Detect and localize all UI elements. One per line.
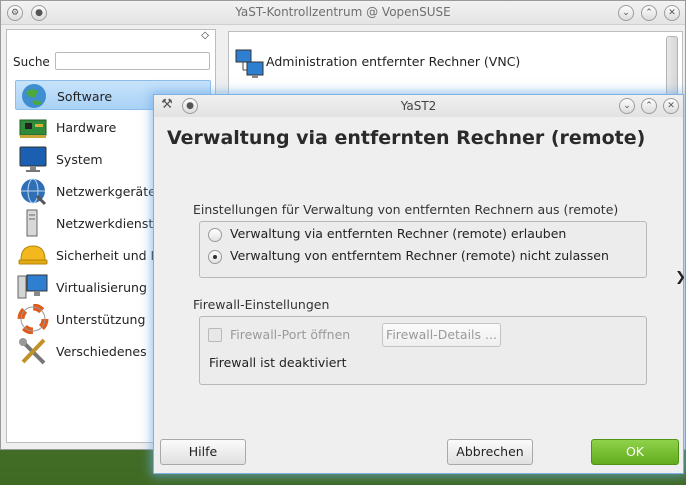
maximize-icon[interactable]: ⌃ [641, 98, 657, 114]
minimize-icon[interactable]: ⌄ [619, 98, 635, 114]
dialog-heading: Verwaltung via entfernten Rechner (remot… [167, 127, 646, 149]
lifebuoy-icon [17, 304, 49, 334]
category-label: Hardware [56, 120, 117, 135]
firewall-group-box: Firewall-Port öffnen Firewall-Details ..… [199, 316, 647, 385]
dialog-titlebar: ⚒ ● YaST2 ⌄ ⌃ ✕ [154, 95, 683, 117]
category-label: Software [57, 89, 113, 104]
panel-options-icon[interactable]: ◇ [201, 30, 209, 41]
monitor-icon [19, 146, 47, 172]
maximize-icon[interactable]: ⌃ [641, 5, 657, 21]
remote-admin-dialog: ⚒ ● YaST2 ⌄ ⌃ ✕ Verwaltung via entfernte… [153, 94, 684, 474]
virtual-monitor-icon [17, 274, 48, 299]
search-label: Suche [13, 55, 50, 69]
firewall-group-title: Firewall-Einstellungen [193, 297, 330, 312]
radio-deny[interactable] [208, 250, 222, 264]
control-center-titlebar: ⚙ ● YaST-Kontrollzentrum @ VopenSUSE ⌄ ⌃… [1, 1, 685, 25]
settings-group-title: Einstellungen für Verwaltung von entfern… [193, 202, 619, 217]
category-label: Netzwerkgeräte [56, 184, 156, 199]
cursor-icon: ❯ [675, 270, 686, 285]
dialog-title: YaST2 [400, 99, 437, 113]
category-label: Sicherheit und B [56, 248, 160, 263]
tools-icon [19, 338, 46, 365]
remote-computers-icon [235, 49, 264, 78]
firewall-status-text: Firewall ist deaktiviert [209, 355, 347, 370]
network-globe-icon [21, 178, 47, 206]
open-port-checkbox[interactable] [208, 328, 222, 342]
category-label: System [56, 152, 103, 167]
cancel-button[interactable]: Abbrechen [447, 439, 533, 465]
radio-allow[interactable] [208, 228, 222, 242]
category-label: Netzwerkdienste [56, 216, 161, 231]
ok-button[interactable]: OK [591, 439, 679, 465]
scrollbar[interactable] [666, 36, 678, 96]
category-label: Unterstützung [56, 312, 146, 327]
security-helmet-icon [18, 245, 48, 265]
category-label: Verschiedenes [56, 344, 147, 359]
search-input[interactable] [55, 52, 210, 70]
settings-group-box: Verwaltung via entfernten Rechner (remot… [199, 221, 647, 278]
close-icon[interactable]: ✕ [664, 5, 680, 21]
help-button[interactable]: Hilfe [160, 439, 246, 465]
minimize-icon[interactable]: ⌄ [618, 5, 634, 21]
firewall-details-button[interactable]: Firewall-Details ... [382, 323, 501, 347]
option-deny-label: Verwaltung von entferntem Rechner (remot… [230, 248, 609, 263]
option-allow-label: Verwaltung via entfernten Rechner (remot… [230, 226, 567, 241]
network-server-icon [26, 209, 38, 237]
category-label: Virtualisierung [56, 280, 147, 295]
close-icon[interactable]: ✕ [663, 98, 679, 114]
software-globe-icon [22, 84, 46, 108]
window-title: YaST-Kontrollzentrum @ VopenSUSE [235, 5, 451, 19]
open-port-label: Firewall-Port öffnen [230, 327, 351, 342]
module-label: Administration entfernter Rechner (VNC) [266, 54, 521, 69]
hardware-board-icon [19, 119, 47, 138]
